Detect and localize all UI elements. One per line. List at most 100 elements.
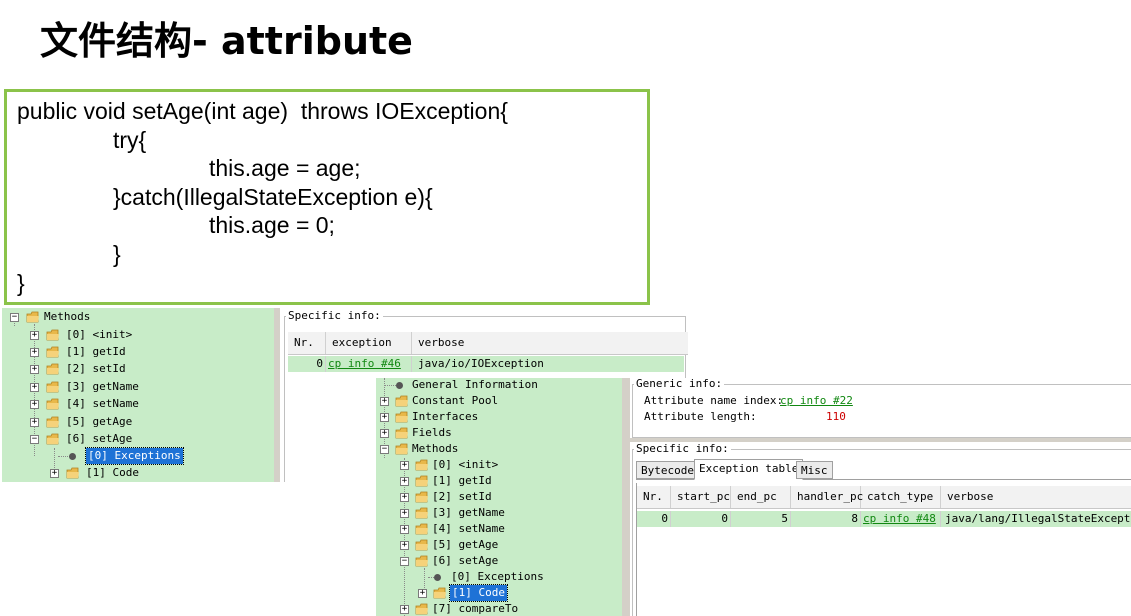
tree-label: [1] getId <box>432 474 492 487</box>
tree-node-methods[interactable]: − Methods <box>2 309 274 325</box>
tree-node-method[interactable]: + [4] setName <box>2 396 274 412</box>
folder-icon <box>46 346 59 358</box>
expand-icon[interactable]: + <box>380 413 389 422</box>
collapse-icon[interactable]: − <box>380 445 389 454</box>
tree-node-fields[interactable]: + Fields <box>376 425 622 441</box>
collapse-icon[interactable]: − <box>400 557 409 566</box>
attr-name-index-link[interactable]: cp info #22 <box>780 394 853 407</box>
tree-label: [1] Code <box>86 466 139 479</box>
column-header[interactable]: handler_pc <box>791 486 863 508</box>
leaf-dot-icon <box>434 574 441 581</box>
collapse-icon[interactable]: − <box>30 435 39 444</box>
expand-icon[interactable]: + <box>380 397 389 406</box>
tab-exception-table[interactable]: Exception table <box>694 459 804 480</box>
expand-icon[interactable]: + <box>400 525 409 534</box>
folder-icon <box>46 363 59 375</box>
folder-icon <box>395 395 408 407</box>
splitter[interactable] <box>622 378 630 616</box>
expand-icon[interactable]: + <box>400 493 409 502</box>
tree-node-constant-pool[interactable]: + Constant Pool <box>376 393 622 409</box>
expand-icon[interactable]: + <box>418 589 427 598</box>
folder-icon <box>415 491 428 503</box>
code-snippet-box: public void setAge(int age) throws IOExc… <box>4 89 650 305</box>
cell-verbose: java/io/IOException <box>418 357 544 370</box>
folder-icon <box>415 459 428 471</box>
cell-nr: 0 <box>288 356 326 372</box>
tree-node-exceptions[interactable]: [0] Exceptions <box>2 447 274 465</box>
tree-node-general[interactable]: General Information <box>376 378 622 393</box>
expand-icon[interactable]: + <box>30 348 39 357</box>
cell-exception-link[interactable]: cp info #46 <box>326 356 412 372</box>
column-header[interactable]: Nr. <box>637 486 671 508</box>
group-label: Generic info: <box>634 378 725 390</box>
folder-icon <box>395 427 408 439</box>
column-header[interactable]: Nr. <box>288 332 326 354</box>
expand-icon[interactable]: + <box>400 509 409 518</box>
tree-node-method[interactable]: + [2] setId <box>2 361 274 377</box>
column-header[interactable]: catch_type <box>861 486 941 508</box>
tab-misc[interactable]: Misc <box>796 461 833 479</box>
group-label: Specific info: <box>286 309 383 322</box>
column-header[interactable]: verbose <box>941 486 1131 508</box>
expand-icon[interactable]: + <box>30 418 39 427</box>
tree-node-method[interactable]: + [5] getAge <box>2 414 274 430</box>
tree-node-exceptions[interactable]: [0] Exceptions <box>376 569 622 585</box>
tree-node-method[interactable]: − [6] setAge <box>376 553 622 569</box>
tree-node-interfaces[interactable]: + Interfaces <box>376 409 622 425</box>
expand-icon[interactable]: + <box>30 331 39 340</box>
cell-nr: 0 <box>637 511 671 527</box>
expand-icon[interactable]: + <box>50 469 59 478</box>
tree-node-method[interactable]: + [1] getId <box>376 473 622 489</box>
method-tree-panel: − Methods + [0] <init> + [1] getId + [2]… <box>2 308 274 482</box>
tree-node-method[interactable]: + [1] getId <box>2 344 274 360</box>
tree-label: Methods <box>412 442 459 455</box>
tree-node-method[interactable]: + [3] getName <box>376 505 622 521</box>
expand-icon[interactable]: + <box>400 461 409 470</box>
collapse-icon[interactable]: − <box>10 313 19 322</box>
expand-icon[interactable]: + <box>30 383 39 392</box>
table-header: Nr. exception verbose <box>288 332 688 355</box>
column-header[interactable]: start_pc <box>671 486 731 508</box>
cell-catch-type-link[interactable]: cp info #48 <box>861 511 941 527</box>
tree-label: General Information <box>412 378 538 391</box>
tree-label: Constant Pool <box>412 394 499 407</box>
tree-node-method[interactable]: + [0] <init> <box>2 327 274 343</box>
tree-node-method[interactable]: + [4] setName <box>376 521 622 537</box>
tree-label: [5] getAge <box>432 538 499 551</box>
expand-icon[interactable]: + <box>30 365 39 374</box>
folder-icon <box>46 329 59 341</box>
expand-icon[interactable]: + <box>380 429 389 438</box>
table-row[interactable]: 0 0 5 8 cp info #48 java/lang/IllegalSta… <box>637 511 1131 527</box>
code-line: public void setAge(int age) throws IOExc… <box>17 98 508 124</box>
expand-icon[interactable]: + <box>400 541 409 550</box>
tree-node-method[interactable]: + [5] getAge <box>376 537 622 553</box>
code-line: this.age = 0; <box>209 212 335 238</box>
tree-node-method[interactable]: + [3] getName <box>2 379 274 395</box>
tree-node-method[interactable]: + [7] compareTo <box>376 601 622 616</box>
tree-node-methods[interactable]: − Methods <box>376 441 622 457</box>
code-line: try{ <box>113 127 147 153</box>
tree-node-code[interactable]: + [1] Code <box>2 465 274 481</box>
tree-node-method[interactable]: + [0] <init> <box>376 457 622 473</box>
table-row[interactable]: 0 cp info #46 java/io/IOException <box>288 356 684 372</box>
tree-label: [1] getId <box>66 345 126 358</box>
expand-icon[interactable]: + <box>400 605 409 614</box>
tree-label: [3] getName <box>432 506 505 519</box>
attr-length-value: 110 <box>826 410 846 423</box>
tree-node-method[interactable]: + [2] setId <box>376 489 622 505</box>
expand-icon[interactable]: + <box>400 477 409 486</box>
tree-label: [4] setName <box>432 522 505 535</box>
tree-node-code[interactable]: + [1] Code <box>376 584 622 602</box>
expand-icon[interactable]: + <box>30 400 39 409</box>
column-header[interactable]: end_pc <box>731 486 791 508</box>
column-header[interactable]: verbose <box>412 332 688 354</box>
tab-bytecode[interactable]: Bytecode <box>636 461 699 479</box>
group-label: Specific info: <box>634 442 731 455</box>
folder-icon <box>26 311 39 323</box>
column-header[interactable]: exception <box>326 332 412 354</box>
tree-label: [7] compareTo <box>432 602 519 615</box>
tree-label: [3] getName <box>66 380 139 393</box>
code-line: } <box>113 241 121 267</box>
folder-icon <box>415 603 428 615</box>
tree-node-method[interactable]: − [6] setAge <box>2 431 274 447</box>
